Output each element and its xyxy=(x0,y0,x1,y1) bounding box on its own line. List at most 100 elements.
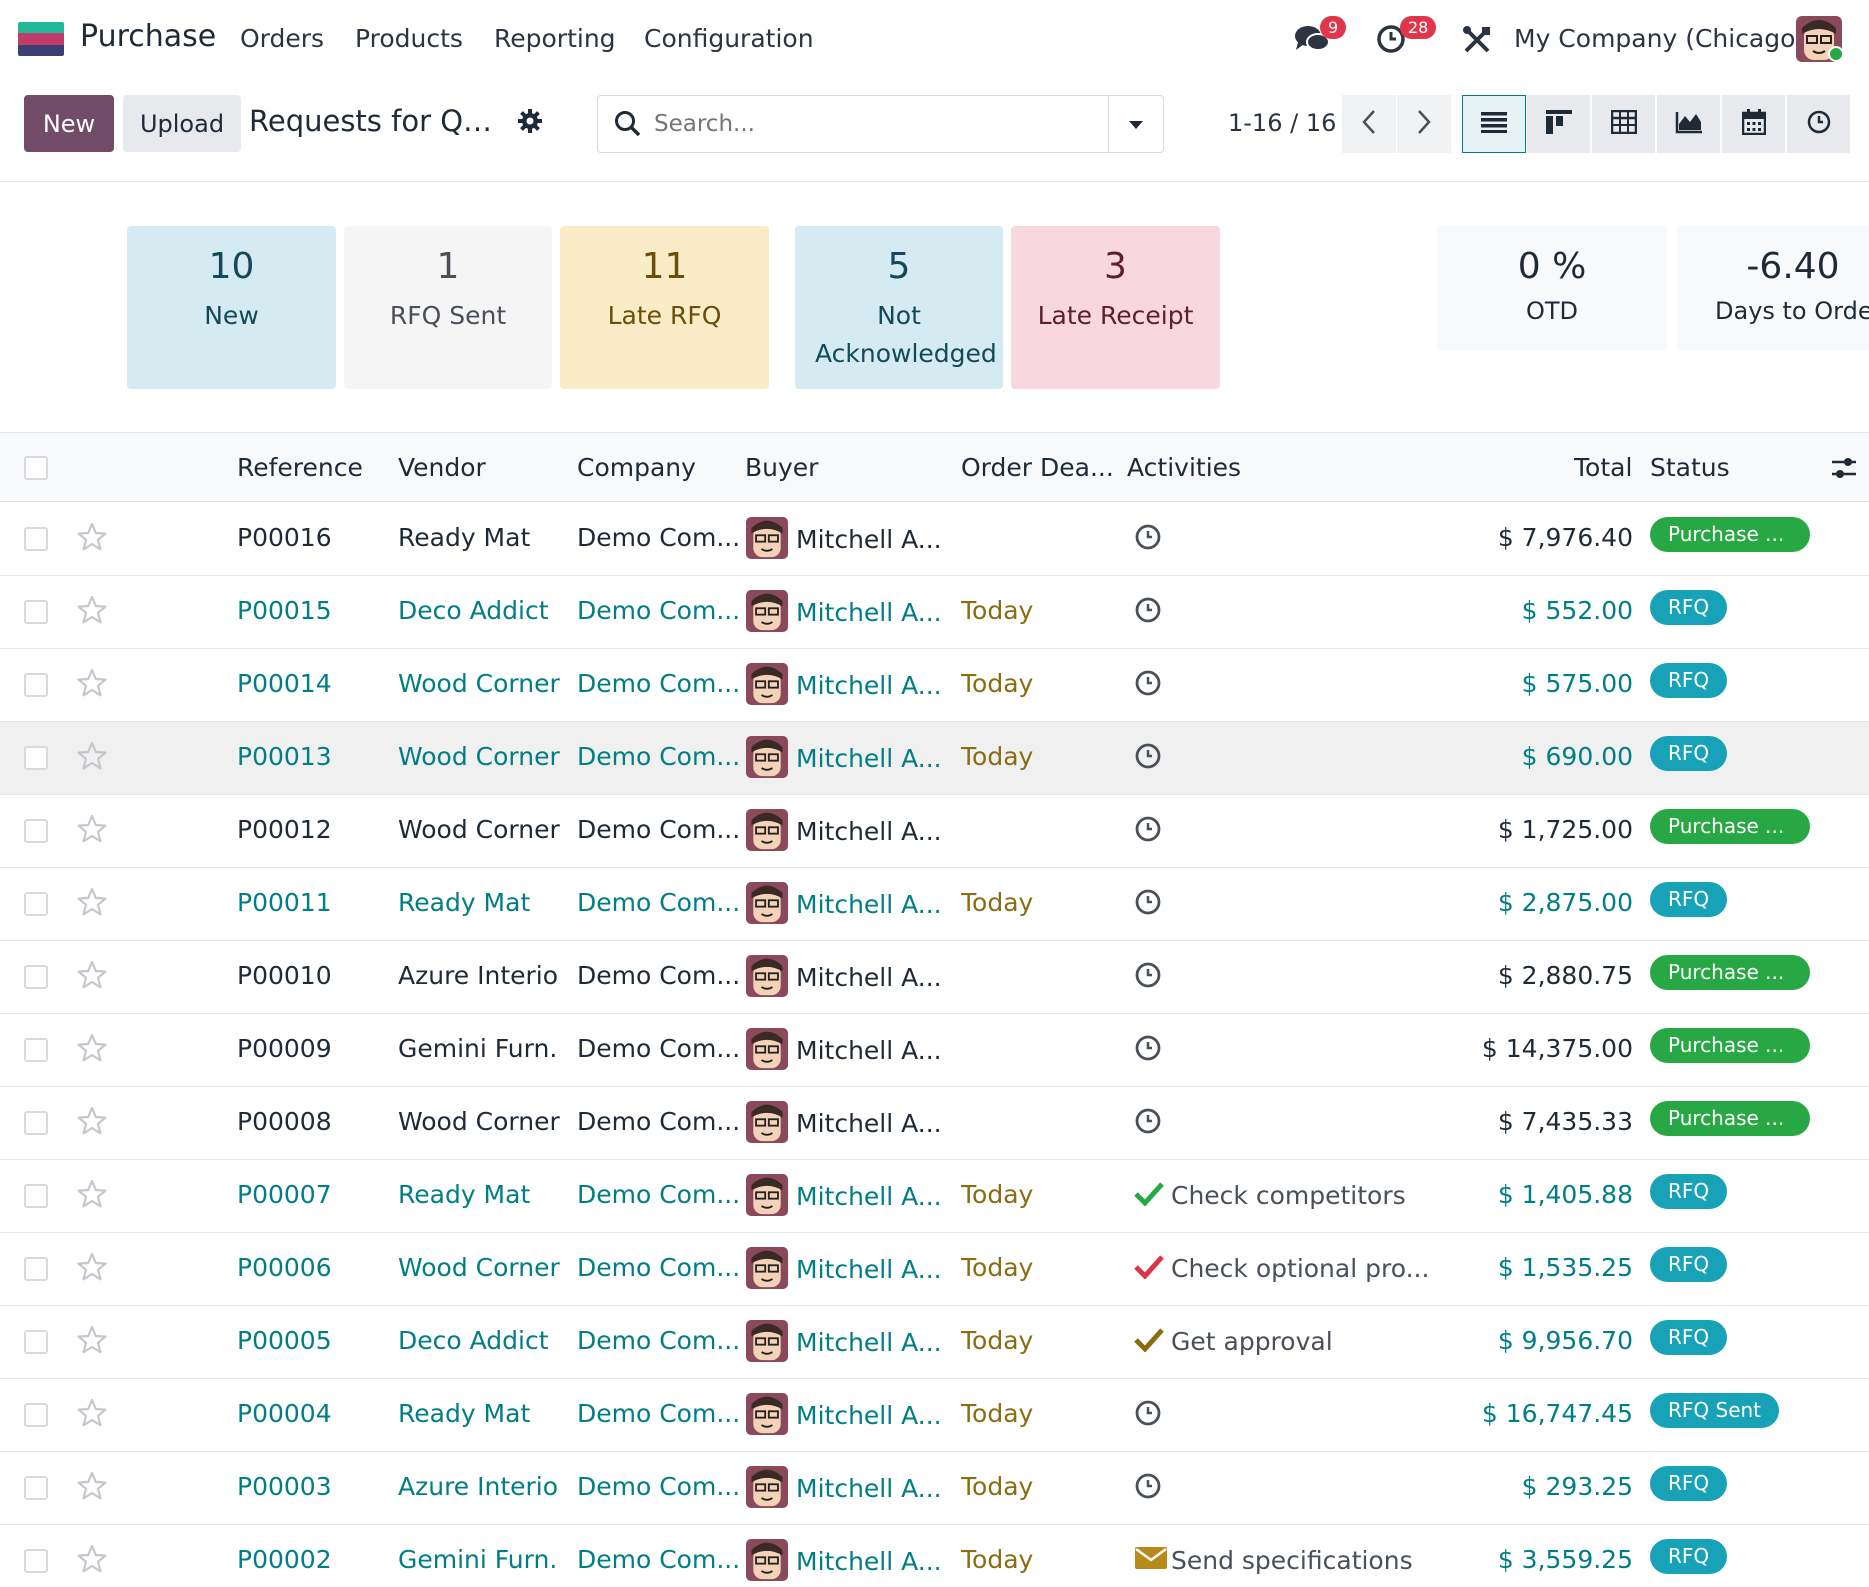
row-checkbox[interactable] xyxy=(24,1330,48,1354)
star-icon[interactable] xyxy=(76,521,108,557)
table-row[interactable]: P00013 Wood Corner Demo Com... Mitchell A..… xyxy=(0,722,1869,795)
select-all-checkbox[interactable] xyxy=(24,456,48,480)
header-activities[interactable]: Activities xyxy=(1127,453,1241,482)
header-total[interactable]: Total xyxy=(1574,453,1632,482)
view-calendar-button[interactable] xyxy=(1722,95,1786,153)
view-pivot-button[interactable] xyxy=(1592,95,1656,153)
star-icon[interactable] xyxy=(76,1470,108,1506)
star-icon[interactable] xyxy=(76,1032,108,1068)
search-input[interactable] xyxy=(654,108,1084,140)
header-buyer[interactable]: Buyer xyxy=(745,453,818,482)
clock-icon[interactable] xyxy=(1134,1034,1162,1066)
menu-configuration[interactable]: Configuration xyxy=(644,24,814,53)
table-row[interactable]: P00011 Ready Mat Demo Com... Mitchell A... T… xyxy=(0,868,1869,941)
table-row[interactable]: P00002 Gemini Furn... Demo Com... Mitchell … xyxy=(0,1525,1869,1587)
clock-icon[interactable] xyxy=(1134,888,1162,920)
pager-value[interactable]: 1-16 / 16 xyxy=(1228,109,1336,137)
row-checkbox[interactable] xyxy=(24,892,48,916)
star-icon[interactable] xyxy=(76,667,108,703)
star-icon[interactable] xyxy=(76,1397,108,1433)
check-red-icon[interactable] xyxy=(1134,1253,1164,1283)
pager-next[interactable] xyxy=(1397,95,1451,153)
row-checkbox[interactable] xyxy=(24,1257,48,1281)
table-row[interactable]: P00014 Wood Corner Demo Com... Mitchell A..… xyxy=(0,649,1869,722)
card-rfq-sent[interactable]: 1 RFQ Sent xyxy=(344,226,552,389)
view-graph-button[interactable] xyxy=(1657,95,1721,153)
star-icon[interactable] xyxy=(76,1251,108,1287)
check-amber-icon[interactable] xyxy=(1134,1326,1164,1356)
pager-previous[interactable] xyxy=(1342,95,1396,153)
clock-icon[interactable] xyxy=(1134,815,1162,847)
table-row[interactable]: P00008 Wood Corner Demo Com... Mitchell A..… xyxy=(0,1087,1869,1160)
star-icon[interactable] xyxy=(76,1105,108,1141)
table-row[interactable]: P00016 Ready Mat Demo Com... Mitchell A... $… xyxy=(0,503,1869,576)
table-row[interactable]: P00012 Wood Corner Demo Com... Mitchell A..… xyxy=(0,795,1869,868)
header-company[interactable]: Company xyxy=(577,453,696,482)
star-icon[interactable] xyxy=(76,959,108,995)
row-checkbox[interactable] xyxy=(24,819,48,843)
header-reference[interactable]: Reference xyxy=(237,453,363,482)
star-icon[interactable] xyxy=(76,813,108,849)
card-late-rfq[interactable]: 11 Late RFQ xyxy=(560,226,769,389)
row-checkbox[interactable] xyxy=(24,1038,48,1062)
table-row[interactable]: P00010 Azure Interior Demo Com... Mitchell … xyxy=(0,941,1869,1014)
clock-icon[interactable] xyxy=(1134,1472,1162,1504)
star-icon[interactable] xyxy=(76,1178,108,1214)
search-options-toggle[interactable] xyxy=(1108,96,1163,152)
row-vendor: Deco Addict xyxy=(398,1326,549,1355)
star-icon[interactable] xyxy=(76,594,108,630)
clock-icon[interactable] xyxy=(1134,596,1162,628)
star-icon[interactable] xyxy=(76,1543,108,1579)
envelope-icon[interactable] xyxy=(1134,1545,1168,1575)
view-activity-button[interactable] xyxy=(1787,95,1851,153)
menu-reporting[interactable]: Reporting xyxy=(494,24,616,53)
list-icon xyxy=(1481,111,1507,137)
clock-icon[interactable] xyxy=(1134,523,1162,555)
row-checkbox[interactable] xyxy=(24,600,48,624)
clock-icon[interactable] xyxy=(1134,961,1162,993)
star-icon[interactable] xyxy=(76,740,108,776)
clock-icon[interactable] xyxy=(1134,1107,1162,1139)
purchase-app-icon[interactable] xyxy=(18,22,64,56)
table-row[interactable]: P00004 Ready Mat Demo Com... Mitchell A... T… xyxy=(0,1379,1869,1452)
menu-products[interactable]: Products xyxy=(355,24,463,53)
table-row[interactable]: P00015 Deco Addict Demo Com... Mitchell A..… xyxy=(0,576,1869,649)
new-button[interactable]: New xyxy=(24,95,114,152)
gear-icon[interactable] xyxy=(517,108,543,138)
header-status[interactable]: Status xyxy=(1650,453,1730,482)
row-checkbox[interactable] xyxy=(24,1549,48,1573)
table-row[interactable]: P00007 Ready Mat Demo Com... Mitchell A... T… xyxy=(0,1160,1869,1233)
table-row[interactable]: P00006 Wood Corner Demo Com... Mitchell A..… xyxy=(0,1233,1869,1306)
view-list-button[interactable] xyxy=(1462,95,1526,153)
debug-tools-icon[interactable] xyxy=(1462,25,1492,59)
row-checkbox[interactable] xyxy=(24,746,48,770)
row-checkbox[interactable] xyxy=(24,1403,48,1427)
clock-icon[interactable] xyxy=(1134,1399,1162,1431)
messages-count-badge: 9 xyxy=(1320,16,1347,39)
table-row[interactable]: P00003 Azure Interior Demo Com... Mitchell … xyxy=(0,1452,1869,1525)
clock-icon[interactable] xyxy=(1134,742,1162,774)
check-green-icon[interactable] xyxy=(1134,1180,1164,1210)
star-icon[interactable] xyxy=(76,1324,108,1360)
row-checkbox[interactable] xyxy=(24,1184,48,1208)
table-row[interactable]: P00005 Deco Addict Demo Com... Mitchell A..… xyxy=(0,1306,1869,1379)
star-icon[interactable] xyxy=(76,886,108,922)
column-settings-icon[interactable] xyxy=(1830,455,1858,485)
header-order-deadline[interactable]: Order Dea... xyxy=(961,453,1114,482)
row-checkbox[interactable] xyxy=(24,965,48,989)
row-checkbox[interactable] xyxy=(24,1111,48,1135)
row-checkbox[interactable] xyxy=(24,527,48,551)
table-row[interactable]: P00009 Gemini Furn... Demo Com... Mitchell … xyxy=(0,1014,1869,1087)
app-name[interactable]: Purchase xyxy=(80,19,216,54)
company-switcher[interactable]: My Company (Chicago) xyxy=(1514,24,1805,53)
view-kanban-button[interactable] xyxy=(1527,95,1591,153)
menu-orders[interactable]: Orders xyxy=(240,24,324,53)
card-new[interactable]: 10 New xyxy=(127,226,336,389)
row-checkbox[interactable] xyxy=(24,1476,48,1500)
clock-icon[interactable] xyxy=(1134,669,1162,701)
row-checkbox[interactable] xyxy=(24,673,48,697)
upload-button[interactable]: Upload xyxy=(123,95,241,152)
header-vendor[interactable]: Vendor xyxy=(398,453,486,482)
card-not-acknowledged[interactable]: 5 Not Acknowledged xyxy=(795,226,1003,389)
card-late-receipt[interactable]: 3 Late Receipt xyxy=(1011,226,1220,389)
